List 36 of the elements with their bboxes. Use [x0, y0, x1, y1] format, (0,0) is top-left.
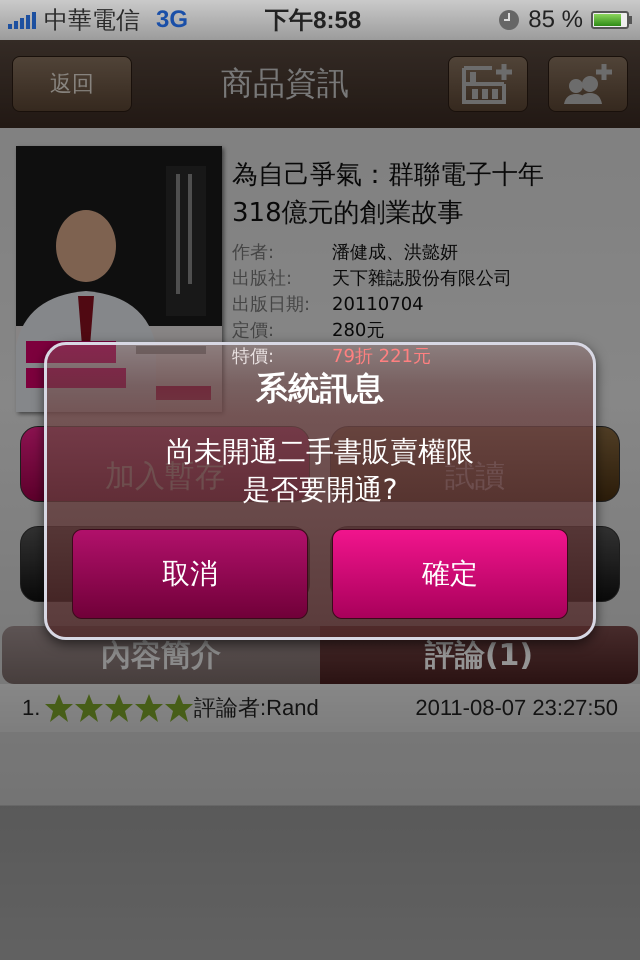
carrier-name: 中華電信: [44, 6, 140, 36]
confirm-button[interactable]: 確定: [332, 529, 568, 619]
detail-label: 作者:: [232, 241, 276, 265]
star-icon: [44, 693, 74, 723]
detail-value: 潘健成、洪懿妍: [332, 241, 458, 265]
detail-value: 79折 221元: [332, 345, 431, 369]
tab[interactable]: 內容簡介: [2, 626, 320, 684]
star-icon: [74, 693, 104, 723]
detail-label: 出版社:: [232, 267, 294, 291]
detail-label: 特價:: [232, 345, 276, 369]
detail-value: 20110704: [332, 293, 424, 317]
star-icon: [104, 693, 134, 723]
dialog-title: 系統訊息: [256, 368, 384, 409]
dialog-message: 是否要開通?: [242, 472, 398, 508]
clock: 下午8:58: [264, 6, 362, 36]
back-button[interactable]: 返回: [12, 56, 132, 112]
battery-percent: 85 %: [528, 6, 583, 34]
review-date: 2011-08-07 23:27:50: [415, 695, 618, 721]
clock-icon: [498, 9, 520, 31]
star-icon: [134, 693, 164, 723]
detail-value: 天下雜誌股份有限公司: [332, 267, 512, 291]
detail-label: 定價:: [232, 319, 276, 343]
star-icon: [164, 693, 194, 723]
detail-value: 280元: [332, 319, 384, 343]
reviewer-name: 評論者:Rand: [194, 694, 319, 722]
tab[interactable]: 評論(1): [320, 626, 638, 684]
detail-label: 出版日期:: [232, 293, 312, 317]
signal-icon: [8, 11, 36, 29]
add-shelf-button[interactable]: [448, 56, 528, 112]
screen-title: 商品資訊: [220, 63, 350, 104]
network-type: 3G: [156, 6, 188, 34]
cancel-button[interactable]: 取消: [72, 529, 308, 619]
review-number: 1.: [22, 695, 42, 721]
add-friend-button[interactable]: [548, 56, 628, 112]
battery-icon: [591, 11, 632, 29]
book-title: 為自己爭氣：群聯電子十年318億元的創業故事: [232, 159, 545, 230]
